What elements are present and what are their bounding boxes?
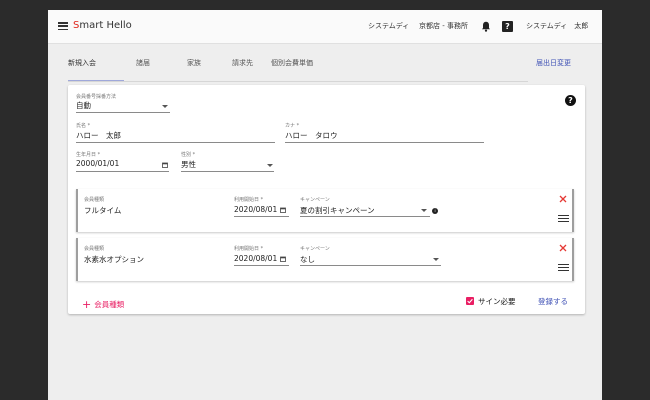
chevron-down-icon[interactable] <box>433 258 439 261</box>
close-icon[interactable] <box>559 244 567 252</box>
gender-label: 性別 * <box>181 152 196 158</box>
name-label: 氏名 * <box>76 123 91 129</box>
help-circle-icon[interactable]: ? <box>565 95 576 106</box>
change-notice-date-link[interactable]: 届出日変更 <box>536 58 571 68</box>
number-method-value: 自動 <box>76 101 91 110</box>
tab-family[interactable]: 家族 <box>187 58 201 68</box>
tab-notices[interactable]: 諸届 <box>136 58 150 68</box>
user-name: システムディ 太郎 <box>526 22 589 30</box>
org-name: システムディ <box>368 22 410 30</box>
chevron-down-icon[interactable] <box>162 105 168 108</box>
course-type-value: 水素水オプション <box>84 255 144 264</box>
start-date-label: 利用開始日 * <box>234 246 264 252</box>
tab-new-membership[interactable]: 新規入会 <box>68 58 96 68</box>
calendar-icon[interactable] <box>162 162 168 168</box>
start-date-label: 利用開始日 * <box>234 197 264 203</box>
birthdate-label: 生年月日 * <box>76 152 101 158</box>
course-type-label: 会員種類 <box>84 246 105 252</box>
drag-handle-icon[interactable] <box>558 264 569 271</box>
brand-logo: Smart Hello <box>73 20 132 31</box>
birthdate-field[interactable]: 2000/01/01 <box>76 159 119 168</box>
chevron-down-icon[interactable] <box>267 164 273 167</box>
birthdate-underline <box>76 171 169 172</box>
course-type-value: フルタイム <box>84 206 122 215</box>
tab-divider <box>68 81 528 82</box>
store-name: 京都店 - 事務所 <box>419 22 468 30</box>
course-type-label: 会員種類 <box>84 197 105 203</box>
calendar-icon[interactable] <box>280 256 286 262</box>
app-window: Smart Hello システムディ 京都店 - 事務所 ? システムディ 太郎… <box>48 10 602 400</box>
campaign-select[interactable] <box>300 265 441 266</box>
name-field-underline <box>76 142 275 143</box>
number-method-select[interactable] <box>76 112 170 113</box>
tab-individual-fee[interactable]: 個別会費単価 <box>271 58 313 68</box>
hamburger-menu-icon[interactable] <box>58 22 68 31</box>
new-member-form-card: 会員番号採番方法 自動 ? 氏名 * ハロー 太郎 カナ * ハロー タロウ 生… <box>68 85 585 314</box>
number-method-label: 会員番号採番方法 <box>76 94 117 100</box>
campaign-label: キャンペーン <box>300 197 330 203</box>
campaign-label: キャンペーン <box>300 246 330 252</box>
calendar-icon[interactable] <box>280 207 286 213</box>
start-date-field[interactable]: 2020/08/01 <box>234 205 277 214</box>
campaign-value: なし <box>300 255 315 264</box>
start-date-field[interactable]: 2020/08/01 <box>234 254 277 263</box>
sign-required-label: サイン必要 <box>478 297 516 306</box>
sign-required-checkbox[interactable] <box>466 297 474 305</box>
membership-course-row: 会員種類 フルタイム 利用開始日 * 2020/08/01 キャンペーン 夏の割… <box>76 189 574 232</box>
help-icon[interactable]: ? <box>502 21 513 32</box>
kana-label: カナ * <box>285 123 300 129</box>
start-date-underline <box>234 216 289 217</box>
campaign-select[interactable] <box>300 216 430 217</box>
chevron-down-icon[interactable] <box>421 209 427 212</box>
tab-billing[interactable]: 請求先 <box>232 58 253 68</box>
gender-value: 男性 <box>181 160 196 169</box>
gender-select[interactable] <box>181 171 274 172</box>
membership-course-row: 会員種類 水素水オプション 利用開始日 * 2020/08/01 キャンペーン … <box>76 238 574 281</box>
name-field[interactable]: ハロー 太郎 <box>76 130 121 141</box>
close-icon[interactable] <box>559 195 567 203</box>
drag-handle-icon[interactable] <box>558 215 569 222</box>
register-button[interactable]: 登録する <box>538 296 568 307</box>
kana-field[interactable]: ハロー タロウ <box>285 130 338 141</box>
app-bar: Smart Hello システムディ 京都店 - 事務所 ? システムディ 太郎 <box>48 10 602 44</box>
kana-field-underline <box>285 142 484 143</box>
campaign-value: 夏の割引キャンペーン <box>300 206 375 215</box>
start-date-underline <box>234 265 289 266</box>
add-membership-type-button[interactable]: + 会員種類 <box>82 298 124 311</box>
check-icon <box>467 298 473 304</box>
bell-icon[interactable] <box>481 21 491 32</box>
info-icon[interactable]: i <box>432 208 438 214</box>
plus-icon: + <box>82 298 92 311</box>
